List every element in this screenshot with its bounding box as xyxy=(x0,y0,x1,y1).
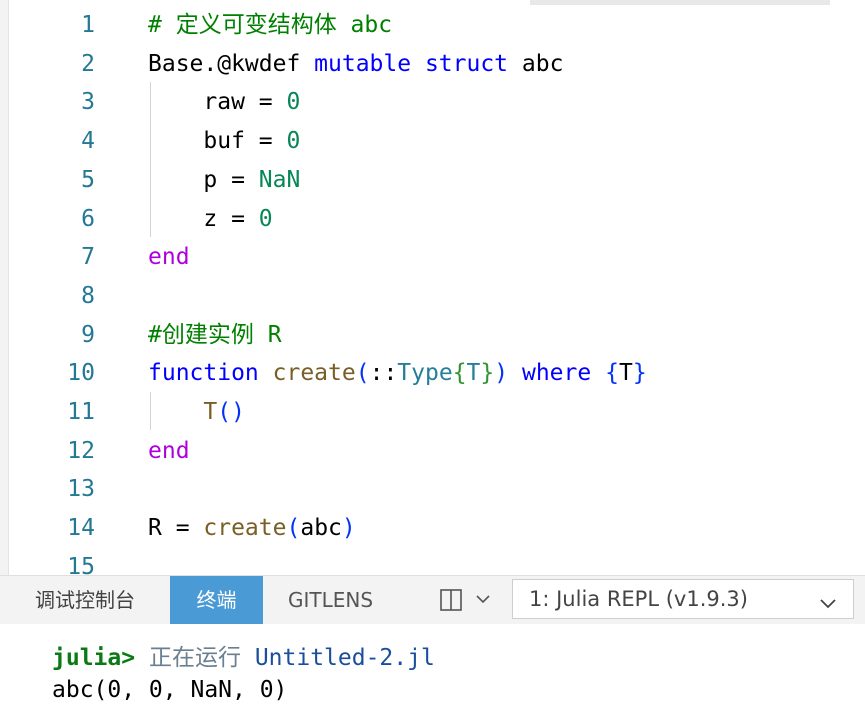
code-token: end xyxy=(148,437,190,464)
code-line[interactable]: 15 xyxy=(0,548,865,575)
code-token: #创建实例 R xyxy=(148,321,282,348)
code-text: z = 0 xyxy=(148,200,273,239)
code-token: create xyxy=(203,515,287,542)
code-token: } xyxy=(480,360,495,387)
code-text: T() xyxy=(148,393,245,432)
code-text: Base.@kwdef mutable struct abc xyxy=(148,45,563,84)
code-line[interactable]: 9 #创建实例 R xyxy=(0,316,865,355)
code-token: Type xyxy=(397,360,453,387)
chevron-down-icon[interactable] xyxy=(472,588,494,610)
code-token: Base.@kwdef xyxy=(148,50,315,77)
code-token: 0 xyxy=(258,205,273,232)
line-number: 12 xyxy=(67,437,95,464)
code-line[interactable]: 1 # 定义可变结构体 abc xyxy=(0,6,865,45)
line-number: 9 xyxy=(81,321,95,348)
code-token: abc xyxy=(300,515,342,542)
code-line[interactable]: 4 buf = 0 xyxy=(0,122,865,161)
panel-header: 调试控制台 终端 GITLENS 1: Julia REPL (v1.9.3) xyxy=(0,575,865,624)
code-text: p = NaN xyxy=(148,161,300,200)
line-number: 5 xyxy=(81,166,95,193)
code-line[interactable]: 14 R = create(abc) xyxy=(0,509,865,548)
code-text: raw = 0 xyxy=(148,83,300,122)
code-token: NaN xyxy=(258,166,301,193)
line-number: 4 xyxy=(81,128,95,155)
code-line[interactable]: 12 end xyxy=(0,432,865,471)
terminal-select-value: 1: Julia REPL (v1.9.3) xyxy=(529,587,748,611)
code-line[interactable]: 11 T() xyxy=(0,393,865,432)
code-line[interactable]: 10 function create(::Type{T}) where {T} xyxy=(0,354,865,393)
code-line[interactable]: 6 z = 0 xyxy=(0,200,865,239)
terminal-output[interactable]: julia> 正在运行 Untitled-2.jl abc(0, 0, NaN,… xyxy=(0,624,865,726)
code-token: T xyxy=(466,360,481,387)
terminal-result: abc(0, 0, NaN, 0) xyxy=(52,677,288,703)
code-token: ) xyxy=(494,360,509,387)
code-editor[interactable]: 1 # 定义可变结构体 abc 2 Base.@kwdef mutable struc… xyxy=(0,0,865,575)
code-token: ) xyxy=(341,515,356,542)
terminal-running-text: 正在运行 xyxy=(148,645,241,671)
code-line[interactable]: 13 xyxy=(0,470,865,509)
code-text: buf = 0 xyxy=(148,122,300,161)
code-text: end xyxy=(148,238,190,277)
line-number: 8 xyxy=(81,282,95,309)
code-line[interactable]: 7 end xyxy=(0,238,865,277)
code-token: 0 xyxy=(286,128,301,155)
code-token: T xyxy=(203,399,218,425)
terminal-line-command: julia> 正在运行 Untitled-2.jl xyxy=(52,642,435,674)
code-token: end xyxy=(148,244,190,271)
code-line[interactable]: 2 Base.@kwdef mutable struct abc xyxy=(0,45,865,84)
code-token: R = xyxy=(148,515,204,542)
tab-debug-console[interactable]: 调试控制台 xyxy=(0,576,170,624)
code-token: 0 xyxy=(286,89,301,116)
code-line[interactable]: 5 p = NaN xyxy=(0,161,865,200)
split-terminal-icon[interactable] xyxy=(438,587,464,613)
code-token: } xyxy=(632,360,647,387)
code-token: where xyxy=(521,360,592,387)
code-token: p = xyxy=(148,166,259,193)
line-number: 1 xyxy=(81,12,95,38)
code-token: :: xyxy=(369,360,398,387)
code-token: () xyxy=(217,399,245,425)
tab-terminal[interactable]: 终端 xyxy=(170,576,263,624)
code-text: R = create(abc) xyxy=(148,509,356,548)
code-text: # 定义可变结构体 abc xyxy=(148,6,392,45)
code-token: mutable struct xyxy=(314,50,509,77)
terminal-select[interactable]: 1: Julia REPL (v1.9.3) xyxy=(512,579,854,619)
line-number: 13 xyxy=(67,476,95,503)
code-text: end xyxy=(148,432,190,471)
code-text: #创建实例 R xyxy=(148,316,282,355)
chevron-down-icon xyxy=(817,588,839,610)
code-text: function create(::Type{T}) where {T} xyxy=(148,354,647,393)
code-token: ( xyxy=(286,515,301,542)
code-token: function xyxy=(148,360,259,387)
code-token: ( xyxy=(355,360,370,387)
line-number: 3 xyxy=(81,89,95,116)
code-token: buf = xyxy=(148,128,287,155)
code-token: z = xyxy=(148,205,259,232)
code-token: raw = xyxy=(148,89,287,116)
code-token: # 定义可变结构体 abc xyxy=(148,12,393,38)
terminal-prompt: julia> xyxy=(52,645,136,671)
line-number: 6 xyxy=(81,205,95,232)
line-number: 11 xyxy=(67,399,95,425)
code-token: abc xyxy=(508,50,564,77)
line-number: 10 xyxy=(67,360,95,387)
code-token: T xyxy=(618,360,633,387)
code-line[interactable]: 8 xyxy=(0,277,865,316)
code-token: create xyxy=(272,360,356,387)
code-line[interactable]: 3 raw = 0 xyxy=(0,83,865,122)
tab-gitlens[interactable]: GITLENS xyxy=(263,576,398,624)
code-token: { xyxy=(605,360,619,387)
line-number: 2 xyxy=(81,50,95,77)
line-number: 14 xyxy=(67,515,95,542)
code-token: { xyxy=(452,360,467,387)
terminal-file-name: Untitled-2.jl xyxy=(254,645,435,671)
editor-top-strip xyxy=(530,0,830,5)
line-number: 7 xyxy=(81,244,95,271)
line-number: 15 xyxy=(67,553,95,575)
